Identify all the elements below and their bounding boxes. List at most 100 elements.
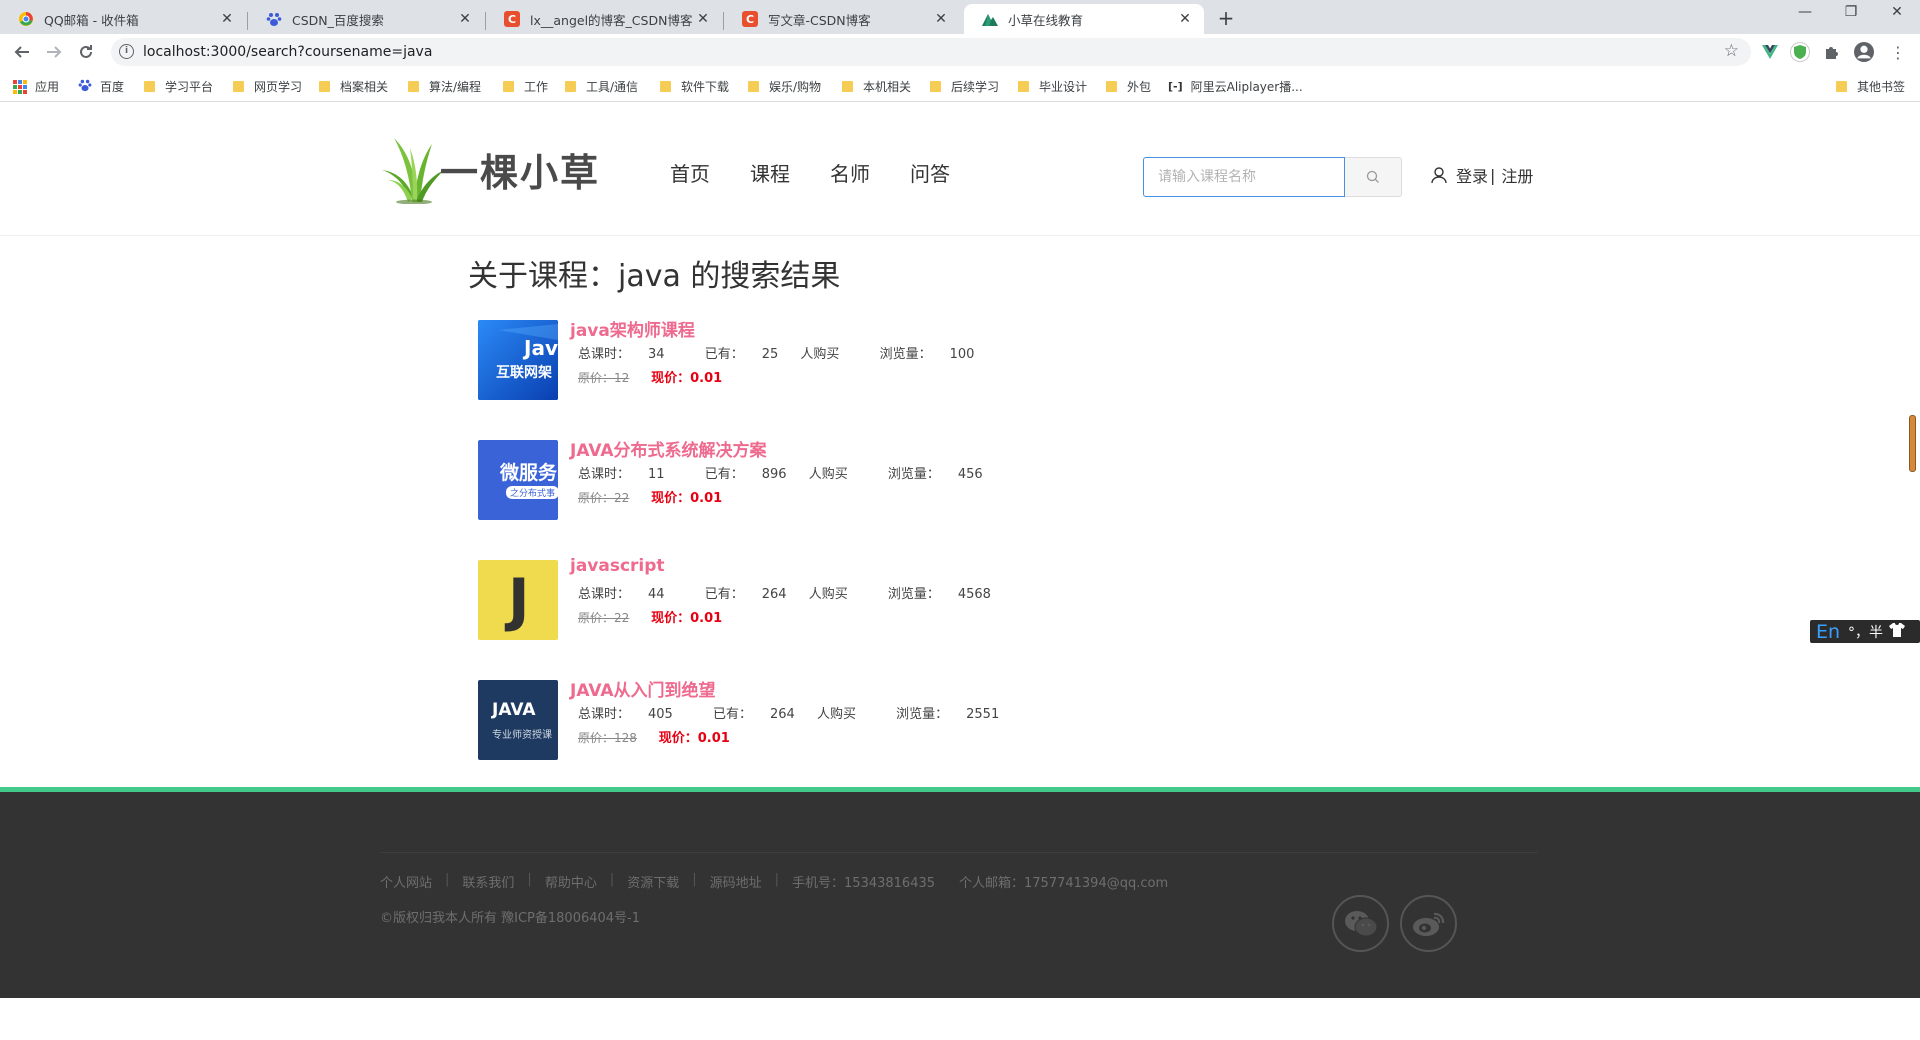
browser-tab[interactable]: QQ邮箱 - 收件箱 ✕ <box>0 4 246 34</box>
browser-tab[interactable]: C lx__angel的博客_CSDN博客-JAVA ✕ <box>486 4 722 34</box>
ime-toolbar[interactable]: En °，半 <box>1810 620 1920 643</box>
extensions-puzzle-icon[interactable] <box>1822 42 1842 62</box>
folder-icon <box>930 81 941 92</box>
course-name[interactable]: javascript <box>570 556 665 576</box>
bookmark-star-icon[interactable]: ☆ <box>1724 41 1739 61</box>
thumb-text: 专业师资授课 <box>492 730 552 741</box>
bookmark-folder[interactable]: 算法/编程 <box>408 78 481 95</box>
scroll-indicator[interactable] <box>1909 415 1916 472</box>
site-logo[interactable]: 一棵小草 <box>380 134 600 204</box>
close-window-button[interactable]: ✕ <box>1874 4 1920 20</box>
new-tab-button[interactable]: + <box>1213 6 1239 30</box>
browser-tabstrip: QQ邮箱 - 收件箱 ✕ CSDN_百度搜索 ✕ C lx__angel的博客_… <box>0 0 1920 34</box>
nav-qa[interactable]: 问答 <box>910 158 950 187</box>
apps-grid-icon <box>13 79 27 94</box>
course-name[interactable]: JAVA分布式系统解决方案 <box>570 436 767 461</box>
nav-teachers[interactable]: 名师 <box>830 158 870 187</box>
bookmark-folder[interactable]: 软件下载 <box>660 78 729 95</box>
browser-menu-icon[interactable]: ⋮ <box>1888 42 1908 62</box>
vue-devtools-icon[interactable] <box>1760 42 1780 62</box>
footer-phone: 手机号：15343816435 <box>792 876 936 891</box>
footer-link[interactable]: 源码地址 <box>710 872 762 891</box>
close-tab-icon[interactable]: ✕ <box>1174 11 1196 27</box>
user-icon <box>1431 167 1447 184</box>
thumb-text: JAVA <box>492 700 536 720</box>
course-name[interactable]: java架构师课程 <box>570 316 695 341</box>
original-price: 原价：22 <box>578 611 630 625</box>
bookmark-folder[interactable]: 档案相关 <box>319 78 388 95</box>
bookmark-aliplayer[interactable]: [-] 阿里云Aliplayer播... <box>1168 78 1303 95</box>
site-header: 一棵小草 首页 课程 名师 问答 登录 | 注册 <box>0 102 1920 236</box>
bookmark-folder[interactable]: 工具/通信 <box>565 78 638 95</box>
browser-tab[interactable]: CSDN_百度搜索 ✕ <box>248 4 484 34</box>
bookmark-folder[interactable]: 后续学习 <box>930 78 999 95</box>
tab-title: CSDN_百度搜索 <box>292 12 384 28</box>
close-tab-icon[interactable]: ✕ <box>216 11 238 27</box>
close-tab-icon[interactable]: ✕ <box>692 11 714 27</box>
course-views: 浏览量： 100 <box>879 347 975 362</box>
footer-link[interactable]: 个人网站 <box>380 872 432 891</box>
nav-home[interactable]: 首页 <box>670 158 710 187</box>
close-tab-icon[interactable]: ✕ <box>930 11 952 27</box>
url-text: localhost:3000/search?coursename=java <box>143 44 433 60</box>
browser-toolbar: i localhost:3000/search?coursename=java … <box>0 34 1920 70</box>
bookmark-folder[interactable]: 毕业设计 <box>1018 78 1087 95</box>
bookmark-other[interactable]: 其他书签 <box>1836 78 1905 95</box>
register-link[interactable]: 注册 <box>1501 163 1533 187</box>
login-link[interactable]: 登录 <box>1456 163 1488 187</box>
tab-title: 写文章-CSDN博客 <box>768 12 871 28</box>
course-meta: 总课时： 44 已有： 264 人购买 浏览量： 4568 <box>578 583 1027 602</box>
course-meta: 总课时： 34 已有： 25 人购买 浏览量： 100 <box>578 343 1010 362</box>
bookmarks-bar: 应用 百度 学习平台 网页学习 档案相关 算法/编程 工作 工具/通信 软件下载… <box>0 70 1920 102</box>
course-thumbnail[interactable]: JAVA 专业师资授课 <box>478 680 558 760</box>
back-arrow-icon[interactable] <box>10 40 34 64</box>
minimize-button[interactable]: — <box>1782 4 1828 20</box>
course-thumbnail[interactable]: 微服务 之分布式事 <box>478 440 558 520</box>
ime-mode[interactable]: En <box>1816 621 1840 643</box>
folder-icon <box>319 81 330 92</box>
bookmark-folder[interactable]: 外包 <box>1106 78 1151 95</box>
nav-courses[interactable]: 课程 <box>750 158 790 187</box>
bookmark-apps[interactable]: 应用 <box>13 78 59 95</box>
search-button[interactable] <box>1345 157 1402 197</box>
footer-link[interactable]: 资源下载 <box>627 872 679 891</box>
wechat-icon[interactable] <box>1332 895 1389 952</box>
course-prices: 原价：128 现价：0.01 <box>578 727 730 746</box>
search-input[interactable] <box>1143 157 1345 197</box>
footer-link[interactable]: 帮助中心 <box>545 872 597 891</box>
profile-avatar-icon[interactable] <box>1854 42 1874 62</box>
course-name[interactable]: JAVA从入门到绝望 <box>570 676 716 701</box>
reload-icon[interactable] <box>74 40 98 64</box>
current-price: 现价：0.01 <box>651 611 723 626</box>
ime-punct[interactable]: °，半 <box>1848 622 1883 642</box>
forward-arrow-icon[interactable] <box>42 40 66 64</box>
bookmark-folder[interactable]: 网页学习 <box>233 78 302 95</box>
close-tab-icon[interactable]: ✕ <box>454 11 476 27</box>
tab-title: QQ邮箱 - 收件箱 <box>44 12 139 28</box>
course-hours: 总课时： 11 <box>578 467 665 482</box>
weibo-icon[interactable] <box>1400 895 1457 952</box>
course-thumbnail[interactable]: J <box>478 560 558 640</box>
bookmark-baidu[interactable]: 百度 <box>78 78 124 95</box>
course-views: 浏览量： 2551 <box>896 707 1000 722</box>
ime-skin-icon[interactable] <box>1889 622 1906 641</box>
restore-button[interactable]: ❐ <box>1828 4 1874 20</box>
bookmark-folder[interactable]: 娱乐/购物 <box>748 78 821 95</box>
course-thumbnail[interactable]: Jav 互联网架 <box>478 320 558 400</box>
browser-tab-active[interactable]: 小草在线教育 ✕ <box>964 4 1204 34</box>
csdn-icon: C <box>504 11 520 27</box>
course-bought: 已有： 264 人购买 <box>704 587 848 602</box>
bookmark-folder[interactable]: 本机相关 <box>842 78 911 95</box>
address-bar[interactable]: i localhost:3000/search?coursename=java … <box>111 38 1751 66</box>
bookmark-folder[interactable]: 工作 <box>503 78 548 95</box>
course-meta: 总课时： 405 已有： 264 人购买 浏览量： 2551 <box>578 703 1035 722</box>
footer-link[interactable]: 联系我们 <box>462 872 514 891</box>
folder-icon <box>1106 81 1117 92</box>
extension-shield-icon[interactable] <box>1790 42 1810 62</box>
search-icon <box>1366 170 1379 183</box>
browser-tab[interactable]: C 写文章-CSDN博客 ✕ <box>724 4 960 34</box>
course-item: JAVA 专业师资授课 JAVA从入门到绝望 总课时： 405 已有： 264 人购… <box>478 680 1078 762</box>
course-search <box>1143 157 1402 199</box>
site-info-icon[interactable]: i <box>119 44 134 59</box>
bookmark-folder[interactable]: 学习平台 <box>144 78 213 95</box>
